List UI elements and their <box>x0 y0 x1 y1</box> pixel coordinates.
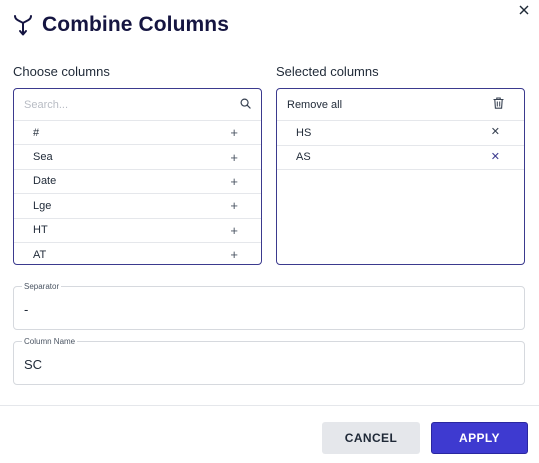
trash-icon[interactable] <box>493 97 504 112</box>
add-icon[interactable]: + <box>230 224 238 237</box>
search-input[interactable] <box>24 98 214 111</box>
close-icon <box>519 2 529 20</box>
add-icon[interactable]: + <box>230 175 238 188</box>
separator-field[interactable]: Separator - <box>13 282 525 330</box>
search-icon[interactable] <box>240 96 251 114</box>
remove-all-label: Remove all <box>287 98 343 111</box>
column-item[interactable]: # + <box>14 121 261 146</box>
add-icon[interactable]: + <box>230 199 238 212</box>
choose-columns-panel: # + Sea + Date + Lge + HT + AT + <box>13 88 262 265</box>
selected-item: HS ✕ <box>277 121 524 146</box>
selected-columns-label: Selected columns <box>276 64 379 79</box>
selected-item: AS ✕ <box>277 146 524 170</box>
search-row <box>14 89 261 121</box>
dialog-title: Combine Columns <box>42 13 230 36</box>
add-icon[interactable]: + <box>230 151 238 164</box>
column-item[interactable]: Lge + <box>14 194 261 219</box>
selected-item-label: HS <box>296 126 312 139</box>
close-button[interactable] <box>516 3 532 19</box>
remove-all-button[interactable]: Remove all <box>277 89 524 121</box>
column-item[interactable]: HT + <box>14 219 261 243</box>
column-item-label: AT <box>33 248 47 261</box>
choose-columns-label: Choose columns <box>13 64 110 79</box>
merge-columns-icon <box>12 12 34 38</box>
column-name-value[interactable]: SC <box>24 357 504 372</box>
column-item-label: HT <box>33 224 48 237</box>
column-name-field[interactable]: Column Name SC <box>13 337 525 385</box>
add-icon[interactable]: + <box>230 248 238 261</box>
column-item-label: Date <box>33 175 57 188</box>
column-name-label: Column Name <box>22 337 78 346</box>
apply-button[interactable]: APPLY <box>431 422 528 454</box>
column-item-label: Lge <box>33 199 52 212</box>
selected-columns-panel: Remove all HS ✕ AS ✕ <box>276 88 525 265</box>
footer-divider <box>0 405 539 406</box>
separator-value[interactable]: - <box>24 302 504 317</box>
column-item[interactable]: Sea + <box>14 145 261 170</box>
selected-item-label: AS <box>296 151 311 164</box>
column-item[interactable]: AT + <box>14 243 261 264</box>
separator-label: Separator <box>22 282 62 291</box>
remove-icon[interactable]: ✕ <box>491 151 500 163</box>
column-item[interactable]: Date + <box>14 170 261 195</box>
add-icon[interactable]: + <box>230 126 238 139</box>
column-item-label: Sea <box>33 151 53 164</box>
cancel-button[interactable]: CANCEL <box>322 422 420 454</box>
column-item-label: # <box>33 126 40 139</box>
remove-icon[interactable]: ✕ <box>491 127 500 138</box>
dialog-header: Combine Columns <box>12 10 229 40</box>
